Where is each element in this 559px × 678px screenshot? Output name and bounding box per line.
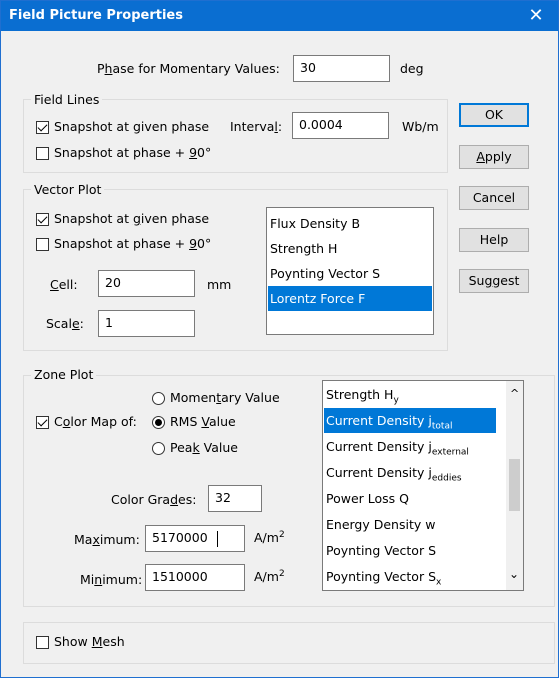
field-lines-snapshot-90-checkbox[interactable] [36, 147, 49, 160]
scale-input[interactable]: 1 [98, 310, 195, 337]
apply-button[interactable]: Apply [459, 145, 529, 169]
suggest-button[interactable]: Suggest [459, 269, 529, 293]
radio-peak-label: Peak Value [170, 440, 239, 455]
field-lines-snapshot-checkbox[interactable] [36, 121, 49, 134]
radio-peak[interactable] [152, 442, 165, 455]
maximum-label: Maximum: [74, 532, 140, 547]
interval-unit: Wb/m [402, 119, 439, 134]
scale-label: Scale: [46, 316, 84, 331]
list-item[interactable]: Flux Density B [268, 211, 432, 236]
color-grades-label: Color Grades: [111, 492, 197, 507]
interval-label: Interval: [230, 119, 283, 134]
show-mesh-checkbox[interactable] [36, 636, 49, 649]
cancel-button[interactable]: Cancel [459, 186, 529, 210]
vector-quantity-list[interactable]: Flux Density B Strength H Poynting Vecto… [266, 207, 434, 335]
list-item[interactable]: Current Density jexternal [324, 434, 504, 459]
ok-button[interactable]: OK [459, 103, 529, 127]
list-item[interactable]: Poynting Vector Sx [324, 564, 504, 589]
zone-plot-title: Zone Plot [31, 367, 97, 382]
radio-rms-label: RMS Value [170, 414, 236, 429]
cell-label: Cell: [50, 277, 78, 292]
zone-quantity-list[interactable]: Strength Hy Current Density jtotal Curre… [322, 380, 524, 591]
list-scrollbar[interactable]: ^ ⌄ [506, 381, 523, 590]
show-mesh-label: Show Mesh [54, 634, 125, 649]
list-item-selected[interactable]: Lorentz Force F [268, 286, 432, 311]
minimum-unit: A/m2 [254, 569, 285, 585]
scrollbar-thumb[interactable] [509, 459, 520, 511]
list-item[interactable]: Poynting Vector S [324, 538, 504, 563]
list-item[interactable]: Energy Density w [324, 512, 504, 537]
title-bar: Field Picture Properties ✕ [1, 1, 558, 31]
phase-input[interactable]: 30 [293, 55, 390, 82]
list-item[interactable]: Poynting Vector S [268, 261, 432, 286]
field-lines-snapshot-label: Snapshot at given phase [54, 119, 210, 134]
cell-input[interactable]: 20 [98, 270, 195, 297]
radio-momentary[interactable] [152, 392, 165, 405]
phase-label: Phase for Momentary Values: [97, 61, 280, 76]
radio-rms[interactable] [152, 416, 165, 429]
scroll-down-icon[interactable]: ⌄ [509, 567, 519, 581]
close-icon[interactable]: ✕ [514, 1, 558, 31]
maximum-unit: A/m2 [254, 530, 285, 546]
vector-snapshot-checkbox[interactable] [36, 213, 49, 226]
color-map-checkbox[interactable] [36, 416, 49, 429]
help-button[interactable]: Help [459, 228, 529, 252]
interval-input[interactable]: 0.0004 [292, 112, 389, 139]
list-item[interactable]: Strength H [268, 236, 432, 261]
vector-snapshot-label: Snapshot at given phase [54, 211, 210, 226]
color-map-label: Color Map of: [54, 414, 137, 429]
list-item[interactable]: Strength Hy [324, 382, 504, 407]
maximum-input[interactable]: 5170000 [145, 525, 245, 552]
field-lines-title: Field Lines [31, 92, 103, 107]
scroll-up-icon[interactable]: ^ [510, 387, 519, 400]
minimum-input[interactable]: 1510000 [145, 564, 245, 591]
dialog-window: Field Picture Properties ✕ Phase for Mom… [0, 0, 559, 678]
list-item-selected[interactable]: Current Density jtotal [324, 408, 496, 433]
phase-unit: deg [400, 61, 424, 76]
color-grades-input[interactable]: 32 [208, 485, 262, 512]
vector-snapshot-90-checkbox[interactable] [36, 238, 49, 251]
window-title: Field Picture Properties [9, 8, 183, 23]
list-item[interactable]: Current Density jeddies [324, 460, 504, 485]
field-lines-snapshot-90-label: Snapshot at phase + 90° [54, 145, 212, 160]
minimum-label: Minimum: [80, 572, 143, 587]
vector-plot-title: Vector Plot [31, 182, 105, 197]
vector-snapshot-90-label: Snapshot at phase + 90° [54, 236, 212, 251]
radio-momentary-label: Momentary Value [170, 390, 280, 405]
text-caret [217, 531, 218, 547]
cell-unit: mm [207, 277, 232, 292]
list-item[interactable]: Power Loss Q [324, 486, 504, 511]
